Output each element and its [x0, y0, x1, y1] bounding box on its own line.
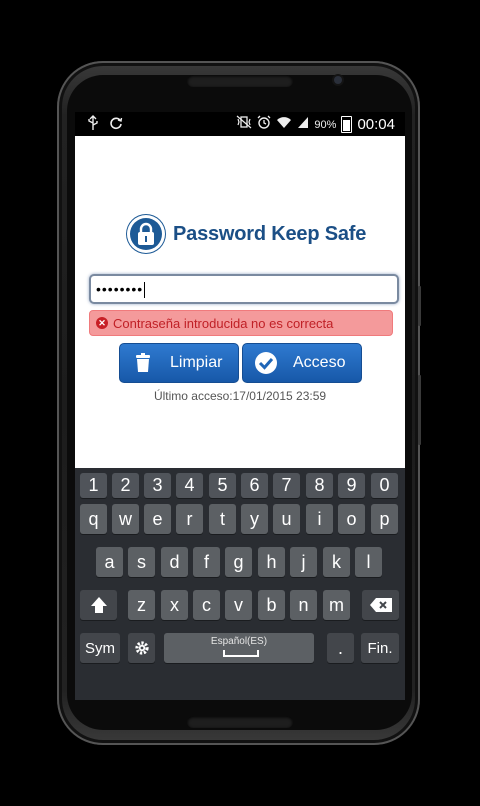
key-u[interactable]: u: [273, 504, 300, 534]
key-h[interactable]: h: [258, 547, 285, 577]
key-n[interactable]: n: [290, 590, 317, 620]
text-caret: [144, 282, 146, 299]
enter-key[interactable]: Fin.: [361, 633, 399, 663]
key-o[interactable]: o: [338, 504, 365, 534]
shift-key[interactable]: [80, 590, 117, 620]
speaker-grille-top: [187, 75, 293, 87]
checkmark-icon: [253, 350, 279, 376]
usb-icon: [87, 115, 99, 136]
backspace-icon: [369, 598, 392, 612]
key-v[interactable]: v: [225, 590, 252, 620]
error-text: Contraseña introducida no es correcta: [113, 315, 334, 331]
key-d[interactable]: d: [161, 547, 188, 577]
key-k[interactable]: k: [323, 547, 350, 577]
password-field[interactable]: ••••••••: [89, 274, 399, 304]
clear-button[interactable]: Limpiar: [119, 343, 239, 383]
key-c[interactable]: c: [193, 590, 220, 620]
power-button: [418, 375, 421, 445]
sym-key[interactable]: Sym: [80, 633, 120, 663]
wifi-icon: [276, 115, 292, 134]
gear-icon: [134, 641, 149, 655]
volume-button: [418, 286, 421, 326]
keyboard: 1 2 3 4 5 6 7 8 9 0 q w e r t y u i o p …: [75, 468, 405, 700]
front-camera: [334, 76, 342, 84]
key-w[interactable]: w: [112, 504, 139, 534]
speaker-grille-bottom: [187, 716, 293, 728]
settings-key[interactable]: [128, 633, 155, 663]
key-8[interactable]: 8: [306, 473, 333, 498]
period-key[interactable]: .: [327, 633, 354, 663]
key-r[interactable]: r: [176, 504, 203, 534]
key-2[interactable]: 2: [112, 473, 139, 498]
space-key[interactable]: Español(ES): [164, 633, 314, 663]
access-button[interactable]: Acceso: [242, 343, 362, 383]
key-4[interactable]: 4: [176, 473, 203, 498]
key-l[interactable]: l: [355, 547, 382, 577]
clock: 00:04: [357, 116, 395, 133]
app-header: Password Keep Safe: [127, 215, 366, 253]
alarm-icon: [257, 115, 271, 134]
key-6[interactable]: 6: [241, 473, 268, 498]
key-0[interactable]: 0: [371, 473, 398, 498]
key-i[interactable]: i: [306, 504, 333, 534]
key-e[interactable]: e: [144, 504, 171, 534]
backspace-key[interactable]: [362, 590, 399, 620]
key-p[interactable]: p: [371, 504, 398, 534]
status-bar: 90% 00:04: [75, 112, 405, 136]
shift-arrow-icon: [90, 597, 107, 613]
password-value: ••••••••: [96, 281, 144, 297]
battery-icon: [341, 116, 353, 133]
key-m[interactable]: m: [323, 590, 350, 620]
key-9[interactable]: 9: [338, 473, 365, 498]
key-z[interactable]: z: [128, 590, 155, 620]
key-j[interactable]: j: [290, 547, 317, 577]
key-3[interactable]: 3: [144, 473, 171, 498]
key-5[interactable]: 5: [209, 473, 236, 498]
key-b[interactable]: b: [258, 590, 285, 620]
key-s[interactable]: s: [128, 547, 155, 577]
padlock-icon: [127, 215, 165, 253]
key-x[interactable]: x: [161, 590, 188, 620]
access-button-label: Acceso: [293, 354, 346, 371]
key-y[interactable]: y: [241, 504, 268, 534]
error-icon: ✕: [96, 317, 108, 329]
sync-icon: [109, 116, 123, 135]
error-message: ✕ Contraseña introducida no es correcta: [89, 310, 393, 336]
key-q[interactable]: q: [80, 504, 107, 534]
key-7[interactable]: 7: [273, 473, 300, 498]
app-content: Password Keep Safe •••••••• ✕ Contraseña…: [75, 136, 405, 468]
last-access-text: Último acceso:17/01/2015 23:59: [153, 389, 327, 403]
vibrate-mute-icon: [236, 115, 252, 134]
space-key-label: Español(ES): [210, 636, 268, 647]
key-g[interactable]: g: [225, 547, 252, 577]
clear-button-label: Limpiar: [170, 354, 223, 371]
screen: 90% 00:04 Password Keep Safe •••••••• ✕ …: [75, 112, 405, 700]
trash-icon: [130, 350, 156, 376]
app-title: Password Keep Safe: [173, 222, 367, 245]
key-1[interactable]: 1: [80, 473, 107, 498]
battery-percent: 90%: [314, 118, 337, 131]
key-t[interactable]: t: [209, 504, 236, 534]
signal-icon: [297, 115, 309, 134]
key-f[interactable]: f: [193, 547, 220, 577]
space-bar-icon: [223, 650, 259, 657]
key-a[interactable]: a: [96, 547, 123, 577]
